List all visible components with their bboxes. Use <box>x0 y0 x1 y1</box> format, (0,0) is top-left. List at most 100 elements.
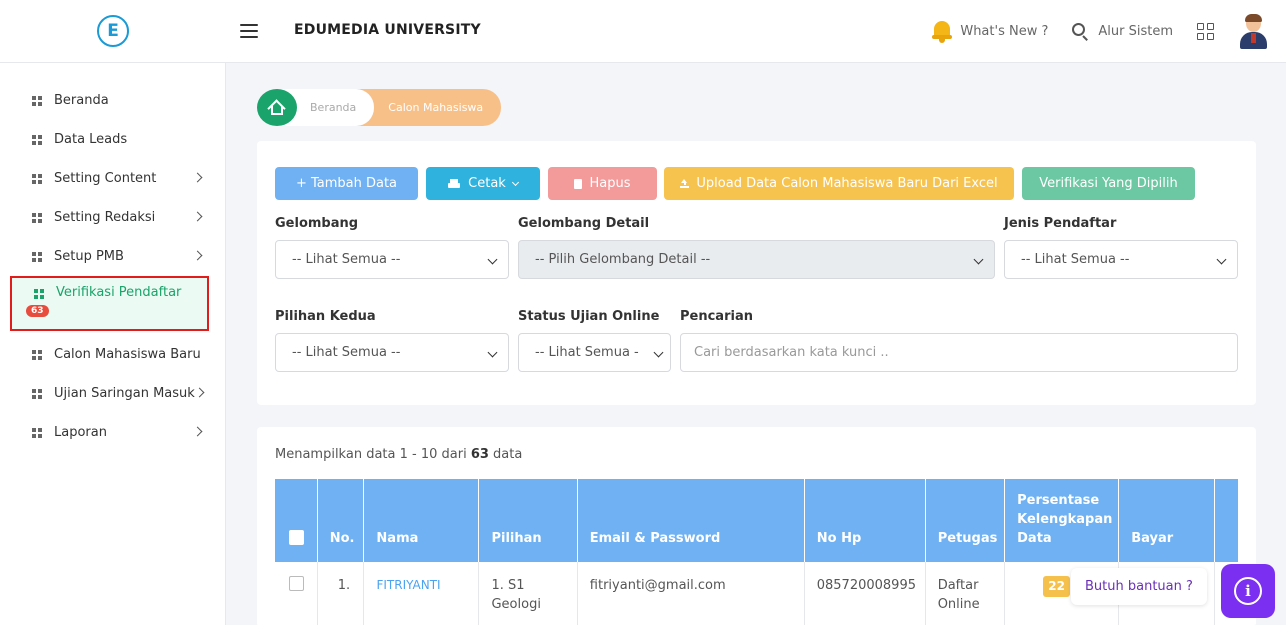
sidebar: Beranda Data Leads Setting Content Setti… <box>0 63 226 625</box>
breadcrumb-home-button[interactable] <box>257 89 297 126</box>
top-header: E EDUMEDIA UNIVERSITY What's New ? Alur … <box>0 0 1286 63</box>
info-icon: i <box>1234 577 1262 605</box>
breadcrumb: Beranda Calon Mahasiswa <box>257 89 502 126</box>
select-all-checkbox[interactable] <box>289 530 304 545</box>
header-extra <box>1215 479 1238 562</box>
dashboard-icon <box>32 349 42 360</box>
filter-panel: + Tambah Data Cetak Hapus Upload Data Ca… <box>257 141 1256 405</box>
status-ujian-label: Status Ujian Online <box>518 309 660 324</box>
sidebar-item-setting-content[interactable]: Setting Content <box>0 159 225 198</box>
sidebar-item-label: Laporan <box>54 425 107 440</box>
whats-new-link[interactable]: What's New ? <box>932 20 1049 43</box>
chevron-down-icon <box>1216 254 1227 265</box>
upload-excel-button[interactable]: Upload Data Calon Mahasiswa Baru Dari Ex… <box>664 167 1014 200</box>
sidebar-item-laporan[interactable]: Laporan <box>0 413 225 452</box>
header-bayar: Bayar <box>1119 479 1216 562</box>
user-avatar[interactable] <box>1240 13 1267 49</box>
chevron-right-icon <box>192 172 203 183</box>
search-placeholder: Cari berdasarkan kata kunci .. <box>694 345 889 360</box>
pilihan-kedua-select[interactable]: -- Lihat Semua -- <box>275 333 509 372</box>
header-select-all-cell <box>275 479 318 562</box>
header-pilihan: Pilihan <box>479 479 578 562</box>
sidebar-item-calon-mahasiswa-baru[interactable]: Calon Mahasiswa Baru <box>0 335 225 374</box>
header-nama: Nama <box>364 479 480 562</box>
header-no-hp: No Hp <box>805 479 926 562</box>
status-ujian-value: -- Lihat Semua - <box>535 345 639 360</box>
verify-label: Verifikasi Yang Dipilih <box>1039 176 1178 191</box>
alur-sistem-link[interactable]: Alur Sistem <box>1072 23 1173 41</box>
printer-icon <box>448 178 461 189</box>
pencarian-label: Pencarian <box>680 309 753 324</box>
sidebar-item-data-leads[interactable]: Data Leads <box>0 120 225 159</box>
sidebar-item-label: Data Leads <box>54 132 128 147</box>
menu-toggle-icon[interactable] <box>240 24 258 38</box>
header-petugas: Petugas <box>926 479 1006 562</box>
jenis-pendaftar-label: Jenis Pendaftar <box>1004 216 1117 231</box>
chevron-down-icon <box>511 178 519 186</box>
summary-total: 63 <box>470 447 489 462</box>
sidebar-item-beranda[interactable]: Beranda <box>0 81 225 120</box>
upload-label: Upload Data Calon Mahasiswa Baru Dari Ex… <box>696 176 998 191</box>
row-checkbox[interactable] <box>289 576 304 591</box>
sidebar-item-label: Verifikasi Pendaftar <box>56 285 182 300</box>
whats-new-label: What's New ? <box>960 24 1049 39</box>
breadcrumb-current: Calon Mahasiswa <box>356 89 502 126</box>
sidebar-item-setting-redaksi[interactable]: Setting Redaksi <box>0 198 225 237</box>
chevron-down-icon <box>487 347 498 358</box>
chevron-down-icon <box>487 254 498 265</box>
dashboard-icon <box>32 212 42 223</box>
sidebar-item-label: Setting Content <box>54 171 157 186</box>
percentage-badge: 22 <box>1043 576 1070 597</box>
table-summary: Menampilkan data 1 - 10 dari 63 data <box>275 447 522 462</box>
sidebar-item-setup-pmb[interactable]: Setup PMB <box>0 237 225 276</box>
search-input[interactable]: Cari berdasarkan kata kunci .. <box>680 333 1238 372</box>
dashboard-icon <box>34 289 44 299</box>
header-email: Email & Password <box>578 479 805 562</box>
header-actions: What's New ? Alur Sistem <box>932 0 1286 63</box>
summary-suffix: data <box>488 447 523 462</box>
help-tooltip[interactable]: Butuh bantuan ? <box>1071 568 1207 605</box>
dashboard-icon <box>32 251 42 262</box>
dashboard-icon <box>32 134 42 145</box>
apps-grid-icon[interactable] <box>1197 23 1214 40</box>
add-data-label: + Tambah Data <box>295 176 398 191</box>
header-no: No. <box>318 479 365 562</box>
gelombang-select[interactable]: -- Lihat Semua -- <box>275 240 509 279</box>
chevron-down-icon <box>653 347 664 358</box>
sidebar-item-ujian-saringan-masuk[interactable]: Ujian Saringan Masuk <box>0 374 225 413</box>
chevron-down-icon <box>973 254 984 265</box>
delete-button[interactable]: Hapus <box>548 167 657 200</box>
dashboard-icon <box>32 95 42 106</box>
jenis-pendaftar-select[interactable]: -- Lihat Semua -- <box>1004 240 1238 279</box>
chevron-right-icon <box>194 387 205 398</box>
pilihan-kedua-value: -- Lihat Semua -- <box>292 345 401 360</box>
help-button[interactable]: i <box>1221 564 1275 618</box>
alur-sistem-label: Alur Sistem <box>1098 24 1173 39</box>
home-icon <box>267 99 286 118</box>
gelombang-label: Gelombang <box>275 216 359 231</box>
summary-prefix: Menampilkan data 1 - 10 dari <box>275 447 471 462</box>
gelombang-detail-select[interactable]: -- Pilih Gelombang Detail -- <box>518 240 995 279</box>
university-title: EDUMEDIA UNIVERSITY <box>294 22 481 38</box>
university-logo[interactable]: E <box>97 15 129 47</box>
cell-nama-link[interactable]: FITRIYANTI <box>364 562 480 625</box>
logo-area[interactable]: E <box>0 0 226 63</box>
header-persentase: Persentase Kelengkapan Data <box>1005 479 1120 562</box>
gelombang-detail-label: Gelombang Detail <box>518 216 650 231</box>
sidebar-item-label: Calon Mahasiswa Baru <box>54 347 201 362</box>
cell-pilihan: 1. S1 Geologi <box>479 562 578 625</box>
add-data-button[interactable]: + Tambah Data <box>275 167 418 200</box>
print-label: Cetak <box>468 176 506 191</box>
verify-selected-button[interactable]: Verifikasi Yang Dipilih <box>1022 167 1195 200</box>
dashboard-icon <box>32 173 42 184</box>
gelombang-value: -- Lihat Semua -- <box>292 252 401 267</box>
chevron-right-icon <box>192 211 203 222</box>
status-ujian-select[interactable]: -- Lihat Semua - <box>518 333 671 372</box>
bell-icon <box>932 20 953 43</box>
print-button[interactable]: Cetak <box>426 167 540 200</box>
jenis-pendaftar-value: -- Lihat Semua -- <box>1021 252 1130 267</box>
sidebar-item-label: Beranda <box>54 93 109 108</box>
sidebar-item-verifikasi-pendaftar[interactable]: Verifikasi Pendaftar 63 <box>10 276 209 331</box>
sidebar-item-label: Setup PMB <box>54 249 124 264</box>
sidebar-item-label: Setting Redaksi <box>54 210 156 225</box>
